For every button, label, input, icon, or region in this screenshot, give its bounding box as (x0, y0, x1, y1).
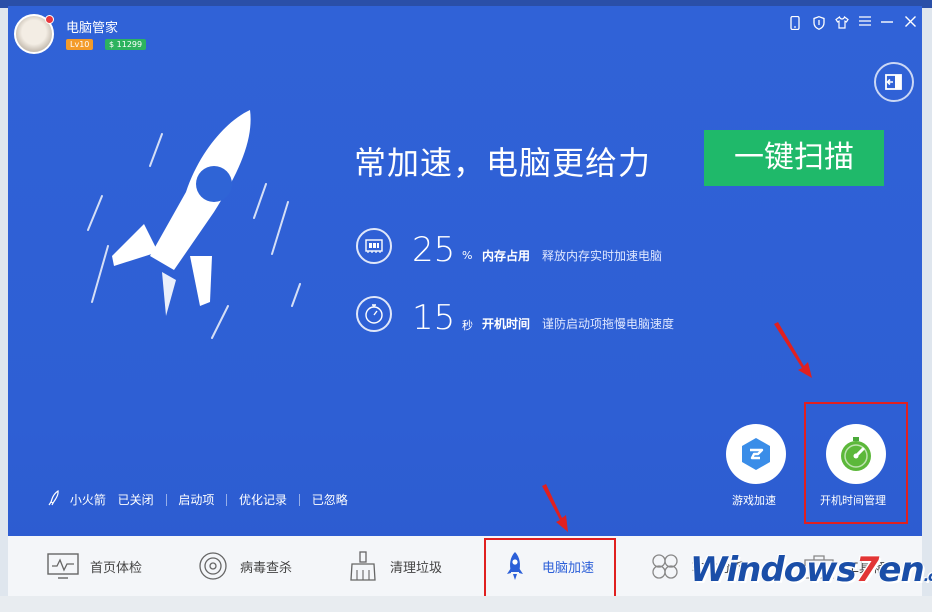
site-watermark: Windows7en.com (690, 550, 932, 590)
watermark-windows: Windows (690, 550, 857, 590)
background-right-edge (922, 8, 932, 612)
watermark-seven: 7 (855, 550, 880, 590)
background-left-edge (0, 8, 8, 612)
pc-manager-window: 电脑管家 Lv10 $ 11299 常加速，电脑更给力 一键扫描 25 % 内存… (8, 6, 922, 596)
annotation-arrows (542, 322, 812, 532)
background-bottom-edge (0, 596, 932, 612)
watermark-en: en (878, 550, 924, 590)
watermark-com: .com (923, 569, 932, 585)
